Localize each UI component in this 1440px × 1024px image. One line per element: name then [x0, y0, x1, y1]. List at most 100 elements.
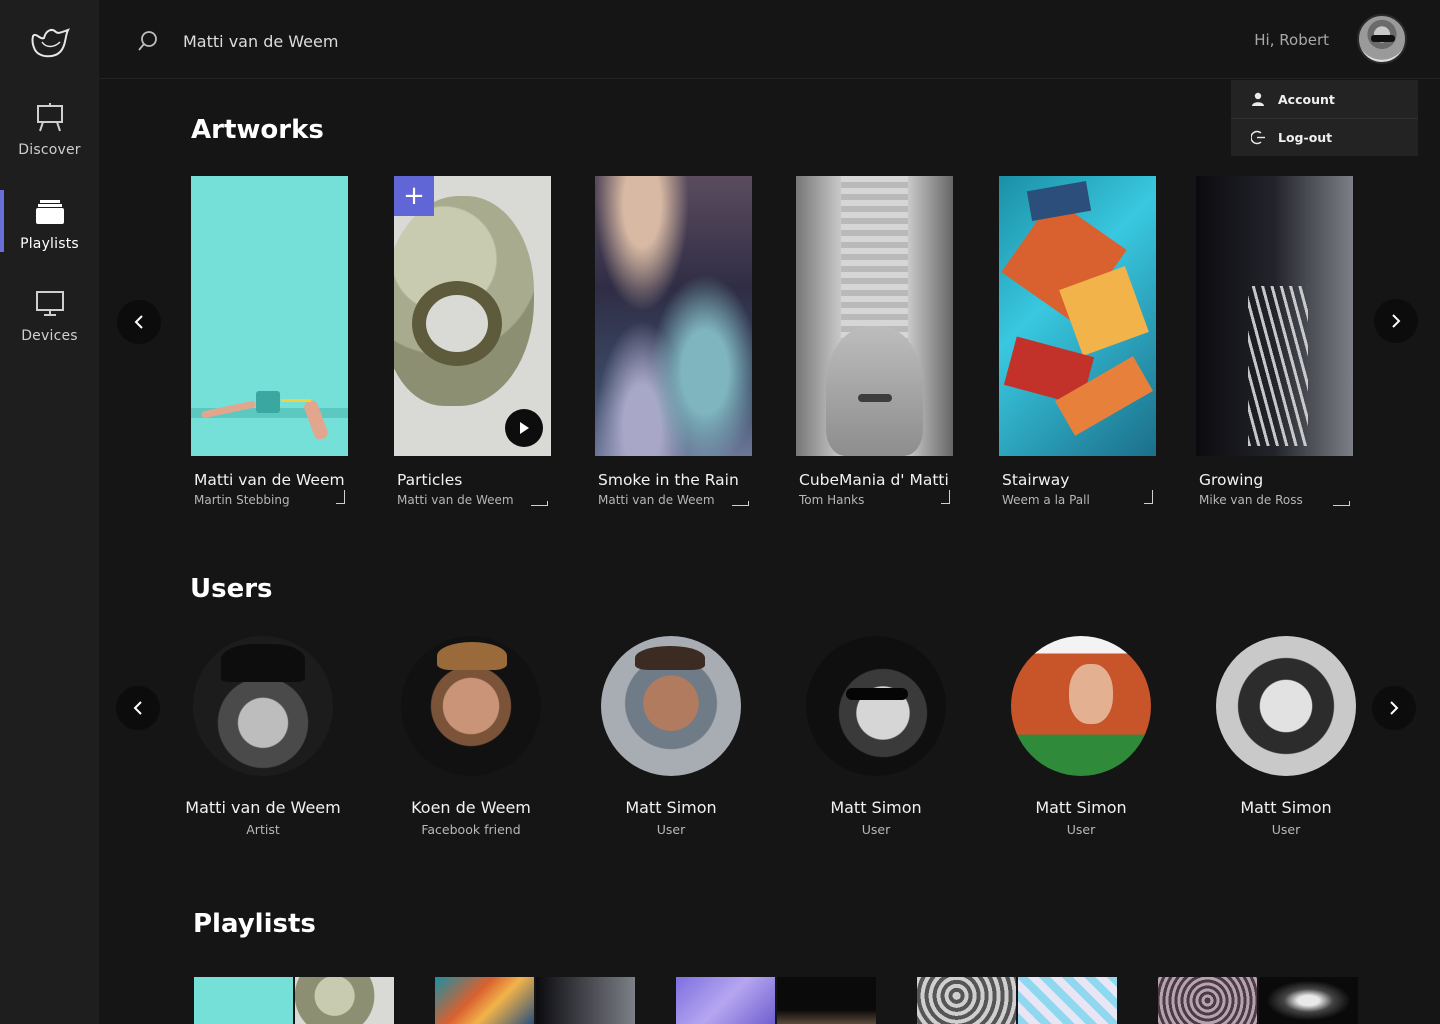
artwork-image[interactable]: + — [394, 176, 551, 456]
artwork-image[interactable] — [1196, 176, 1353, 456]
user-role: User — [1066, 822, 1096, 837]
avatar[interactable] — [1357, 14, 1407, 64]
greeting-text: Hi, Robert — [1254, 31, 1329, 49]
playlist-card[interactable] — [917, 977, 1117, 1024]
avatar-glasses — [1371, 35, 1395, 42]
user-name: Matt Simon — [1035, 798, 1127, 817]
artwork-card[interactable]: Smoke in the Rain Matti van de Weem — [595, 176, 753, 507]
user-card[interactable]: Matt Simon User — [1181, 636, 1391, 837]
user-avatar[interactable] — [806, 636, 946, 776]
sidebar-item-discover[interactable]: Discover — [0, 98, 99, 178]
playlist-thumb — [194, 977, 293, 1024]
plus-icon: + — [403, 181, 425, 211]
dropdown-item-label: Log-out — [1278, 130, 1333, 145]
artwork-title: Smoke in the Rain — [598, 471, 739, 489]
artwork-card[interactable]: Matti van de Weem Martin Stebbing — [191, 176, 349, 507]
artwork-card[interactable]: Growing Mike van de Ross — [1196, 176, 1354, 507]
user-role: User — [861, 822, 891, 837]
user-avatar[interactable] — [601, 636, 741, 776]
monitor-icon — [35, 284, 65, 318]
user-avatar[interactable] — [401, 636, 541, 776]
user-card[interactable]: Matti van de Weem Artist — [158, 636, 368, 837]
dropdown-item-logout[interactable]: Log-out — [1231, 118, 1418, 156]
artwork-title: Stairway — [1002, 471, 1070, 489]
user-role: User — [1271, 822, 1301, 837]
section-title-artworks: Artworks — [191, 115, 324, 145]
corner-icon[interactable] — [531, 501, 548, 506]
playlist-thumb — [777, 977, 876, 1024]
artwork-author: Martin Stebbing — [194, 493, 290, 507]
artwork-title: CubeMania d' Matti — [799, 471, 949, 489]
user-role: Artist — [246, 822, 280, 837]
artwork-title: Matti van de Weem — [194, 471, 345, 489]
user-card[interactable]: Matt Simon User — [566, 636, 776, 837]
artwork-author: Matti van de Weem — [598, 493, 715, 507]
corner-icon[interactable] — [1144, 490, 1153, 504]
artwork-card[interactable]: Stairway Weem a la Pall — [999, 176, 1157, 507]
user-name: Matt Simon — [830, 798, 922, 817]
artwork-card[interactable]: CubeMania d' Matti Tom Hanks — [796, 176, 954, 507]
artwork-image[interactable] — [796, 176, 953, 456]
sidebar-item-label: Devices — [21, 328, 78, 344]
account-dropdown: Account Log-out — [1231, 80, 1418, 156]
user-role: User — [656, 822, 686, 837]
user-card[interactable]: Matt Simon User — [976, 636, 1186, 837]
playlist-card[interactable] — [435, 977, 635, 1024]
chevron-left-icon — [133, 701, 142, 715]
playlist-thumb — [435, 977, 534, 1024]
folder-stack-icon — [35, 192, 65, 226]
playlist-card[interactable] — [194, 977, 394, 1024]
bird-logo-icon[interactable] — [30, 24, 72, 60]
artwork-author: Tom Hanks — [799, 493, 865, 507]
artwork-title: Particles — [397, 471, 463, 489]
playlist-thumb — [295, 977, 394, 1024]
sidebar-item-devices[interactable]: Devices — [0, 284, 99, 364]
artwork-author: Mike van de Ross — [1199, 493, 1303, 507]
user-avatar[interactable] — [1011, 636, 1151, 776]
artwork-author: Matti van de Weem — [397, 493, 514, 507]
user-avatar[interactable] — [193, 636, 333, 776]
chevron-right-icon — [1392, 314, 1401, 328]
user-name: Matt Simon — [1240, 798, 1332, 817]
easel-icon — [35, 98, 65, 132]
artwork-author: Weem a la Pall — [1002, 493, 1090, 507]
sidebar-item-label: Playlists — [20, 236, 79, 252]
add-button[interactable]: + — [394, 176, 434, 216]
artwork-title: Growing — [1199, 471, 1264, 489]
user-avatar[interactable] — [1216, 636, 1356, 776]
top-bar: Hi, Robert — [99, 0, 1440, 79]
playlist-thumb — [1259, 977, 1358, 1024]
dropdown-item-label: Account — [1278, 91, 1335, 107]
search-input[interactable] — [183, 26, 583, 56]
playlist-thumb — [1018, 977, 1117, 1024]
artwork-image[interactable] — [191, 176, 348, 456]
user-card[interactable]: Matt Simon User — [771, 636, 981, 837]
artwork-card[interactable]: + Particles Matti van de Weem — [394, 176, 552, 507]
artworks-prev-button[interactable] — [117, 300, 161, 344]
corner-icon[interactable] — [941, 490, 950, 504]
user-card[interactable]: Koen de Weem Facebook friend — [366, 636, 576, 837]
search-icon[interactable] — [137, 30, 159, 52]
user-icon — [1250, 91, 1266, 107]
playlist-card[interactable] — [1158, 977, 1358, 1024]
corner-icon[interactable] — [732, 501, 749, 506]
user-name: Matt Simon — [625, 798, 717, 817]
corner-icon[interactable] — [1333, 501, 1350, 506]
dropdown-item-account[interactable]: Account — [1231, 80, 1418, 118]
artwork-image[interactable] — [999, 176, 1156, 456]
playlist-card[interactable] — [676, 977, 876, 1024]
play-button[interactable] — [505, 409, 543, 447]
playlist-thumb — [917, 977, 1016, 1024]
logout-icon — [1250, 130, 1266, 146]
playlist-thumb — [1158, 977, 1257, 1024]
sidebar-item-playlists[interactable]: Playlists — [0, 192, 99, 272]
user-name: Matti van de Weem — [185, 798, 341, 817]
playlist-thumb — [676, 977, 775, 1024]
artworks-next-button[interactable] — [1374, 299, 1418, 343]
corner-icon[interactable] — [336, 490, 345, 504]
section-title-users: Users — [190, 574, 273, 604]
users-prev-button[interactable] — [116, 686, 160, 730]
sidebar-item-label: Discover — [18, 142, 81, 158]
user-name: Koen de Weem — [411, 798, 531, 817]
artwork-image[interactable] — [595, 176, 752, 456]
